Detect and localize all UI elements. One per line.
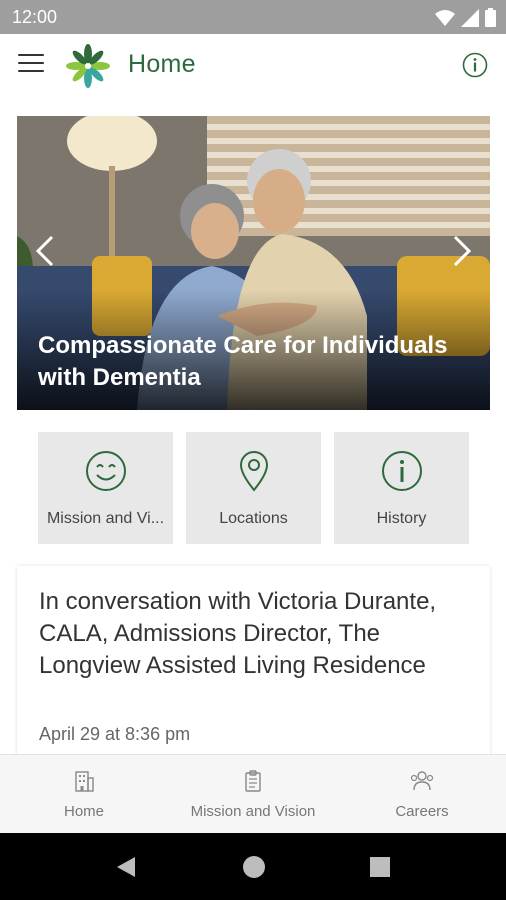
nav-label: Mission and Vision xyxy=(190,803,316,820)
building-icon xyxy=(75,771,94,792)
article-title: In conversation with Victoria Durante, C… xyxy=(39,588,437,679)
tile-mission-and-vision[interactable]: Mission and Vi... xyxy=(38,432,173,544)
clipboard-icon xyxy=(245,770,261,792)
nav-label: Home xyxy=(63,803,104,820)
page-title: Home xyxy=(128,50,196,78)
recents-square-icon[interactable] xyxy=(366,853,394,881)
signal-icon xyxy=(461,8,479,27)
app-bar: Home xyxy=(0,34,506,98)
status-icons xyxy=(435,8,496,27)
home-circle-icon[interactable] xyxy=(240,853,268,881)
hero-caption: Compassionate Care for Individuals with … xyxy=(38,332,448,391)
system-navigation-bar xyxy=(0,833,506,900)
tile-label: History xyxy=(376,510,427,527)
hero-carousel[interactable]: Compassionate Care for Individuals with … xyxy=(17,116,490,410)
nav-mission-and-vision[interactable]: Mission and Vision xyxy=(169,755,337,834)
wifi-icon xyxy=(435,9,455,26)
nav-label: Careers xyxy=(395,803,449,820)
hamburger-menu-icon[interactable] xyxy=(18,54,44,76)
flower-logo xyxy=(66,44,110,88)
status-time: 12:00 xyxy=(12,7,58,27)
info-icon[interactable] xyxy=(462,52,488,78)
nav-home[interactable]: Home xyxy=(0,755,168,834)
chevron-left-icon[interactable] xyxy=(27,226,63,276)
people-icon xyxy=(410,771,434,791)
tile-label: Mission and Vi... xyxy=(46,510,165,527)
smiley-icon xyxy=(85,451,126,491)
app-screen: 12:00 Home Compassionate Care for Indivi… xyxy=(0,0,506,900)
battery-icon xyxy=(485,8,496,27)
tile-locations[interactable]: Locations xyxy=(186,432,321,544)
tile-label: Locations xyxy=(219,510,288,527)
info-circle-icon xyxy=(381,451,422,491)
chevron-right-icon[interactable] xyxy=(444,226,480,276)
status-bar: 12:00 xyxy=(0,0,506,34)
map-pin-icon xyxy=(239,451,268,492)
nav-careers[interactable]: Careers xyxy=(338,755,506,834)
back-icon[interactable] xyxy=(112,853,140,881)
article-card[interactable]: In conversation with Victoria Durante, C… xyxy=(17,566,490,766)
tile-history[interactable]: History xyxy=(334,432,469,544)
article-date: April 29 at 8:36 pm xyxy=(39,724,191,744)
bottom-navigation: Home Mission and Vision Careers xyxy=(0,754,506,833)
